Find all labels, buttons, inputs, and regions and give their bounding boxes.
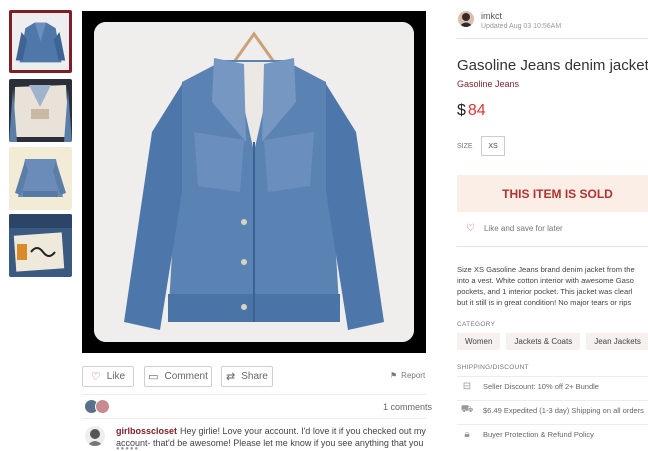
heart-icon: ♡ <box>90 371 101 383</box>
price-amount: 84 <box>467 102 486 119</box>
thumbnail-3[interactable] <box>9 147 72 210</box>
description-line: pockets, and 1 interior pocket. This jac… <box>457 287 633 296</box>
description-line: but it still is in great condition! No m… <box>457 298 632 307</box>
shipping-row-text: Buyer Protection & Refund Policy <box>483 430 594 439</box>
size-label: SIZE <box>457 143 473 150</box>
shipping-row-expedited: ⛟ $6.49 Expedited (1-3 day) Shipping on … <box>457 400 648 420</box>
shipping-label: SHIPPING/DISCOUNT <box>457 364 529 371</box>
listing-title: Gasoline Jeans denim jacket <box>457 57 648 74</box>
like-label: Like <box>106 371 126 382</box>
report-link[interactable]: ⚑ Report <box>390 371 425 380</box>
shipping-row-text: Seller Discount: 10% off 2+ Bundle <box>483 382 599 391</box>
likers-avatars[interactable] <box>84 399 110 414</box>
shipping-row-text: $6.49 Expedited (1-3 day) Shipping on al… <box>483 406 644 415</box>
avatar[interactable] <box>458 11 474 27</box>
discount-icon: ⊟ <box>462 381 472 392</box>
comment-dots-icon: ●●●●● <box>116 446 140 451</box>
like-save-button[interactable]: ♡ Like and save for later <box>466 223 563 234</box>
thumbnail-4[interactable] <box>9 214 72 277</box>
category-chip-jackets-coats[interactable]: Jackets & Coats <box>506 333 581 350</box>
thumbnail-2[interactable] <box>9 79 72 142</box>
description: Size XS Gasoline Jeans brand denim jacke… <box>457 264 648 308</box>
price: $84 <box>457 102 486 120</box>
lock-icon: 🔒︎ <box>464 429 470 440</box>
divider <box>457 246 648 247</box>
thumbnail-1[interactable] <box>9 10 72 73</box>
share-label: Share <box>241 371 268 382</box>
category-chips: Women Jackets & Coats Jean Jackets <box>457 333 648 350</box>
description-line: Size XS Gasoline Jeans brand denim jacke… <box>457 265 635 274</box>
comment-button[interactable]: ▭ Comment <box>144 366 212 387</box>
divider <box>82 418 426 419</box>
denim-jacket-photo <box>94 22 414 342</box>
like-save-label: Like and save for later <box>483 224 563 233</box>
share-button[interactable]: ⇄ Share <box>221 366 273 387</box>
report-label: Report <box>401 371 426 380</box>
heart-icon: ♡ <box>466 223 475 234</box>
category-chip-jean-jackets[interactable]: Jean Jackets <box>586 333 648 350</box>
jacket-photo-thumb <box>12 13 69 70</box>
shipping-row-protection[interactable]: 🔒︎ Buyer Protection & Refund Policy <box>457 424 648 444</box>
category-chip-women[interactable]: Women <box>457 333 501 350</box>
comment-text: girlbosscloset Hey girlie! Love your acco… <box>116 425 426 451</box>
person-icon <box>459 13 473 27</box>
avatar <box>95 399 110 414</box>
sold-banner: THIS ITEM IS SOLD <box>457 175 648 212</box>
currency-symbol: $ <box>457 102 466 119</box>
updated-timestamp: Updated Aug 03 10:56AM <box>481 23 562 30</box>
size-chip[interactable]: XS <box>481 136 505 156</box>
divider <box>457 38 648 39</box>
truck-icon: ⛟ <box>460 404 474 415</box>
person-icon <box>87 429 103 446</box>
comment-username[interactable]: girlbosscloset <box>116 426 177 436</box>
comment-count: 1 comments <box>383 402 433 412</box>
jacket-back-thumb <box>9 147 72 210</box>
like-button[interactable]: ♡ Like <box>82 366 134 387</box>
avatar[interactable] <box>85 426 105 446</box>
description-line: into a vest. White cotton interior with … <box>457 276 634 285</box>
brand-label-thumb <box>9 214 72 277</box>
category-label: CATEGORY <box>457 321 496 328</box>
divider <box>82 394 426 395</box>
jacket-interior-thumb <box>9 79 72 142</box>
shipping-row-discount: ⊟ Seller Discount: 10% off 2+ Bundle <box>457 376 648 396</box>
main-product-image[interactable] <box>82 11 426 353</box>
flag-icon: ⚑ <box>390 371 398 380</box>
comment-label: Comment <box>164 371 208 382</box>
comment-icon: ▭ <box>148 371 159 383</box>
seller-username[interactable]: imkct <box>481 11 502 21</box>
share-icon: ⇄ <box>226 371 236 383</box>
brand-link[interactable]: Gasoline Jeans <box>457 79 519 89</box>
